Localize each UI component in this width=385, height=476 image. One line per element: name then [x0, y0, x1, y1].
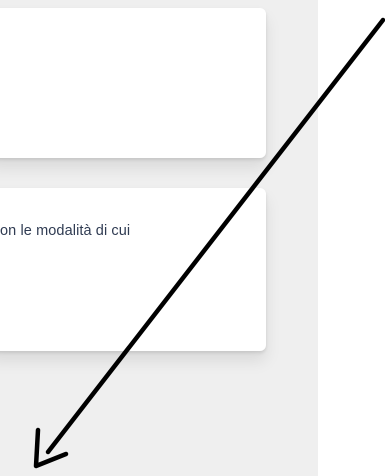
info-card: on le modalità di cui [0, 188, 266, 351]
content-column: on le modalità di cui [0, 0, 318, 476]
info-card [0, 8, 266, 158]
info-card-text: on le modalità di cui [0, 223, 131, 239]
